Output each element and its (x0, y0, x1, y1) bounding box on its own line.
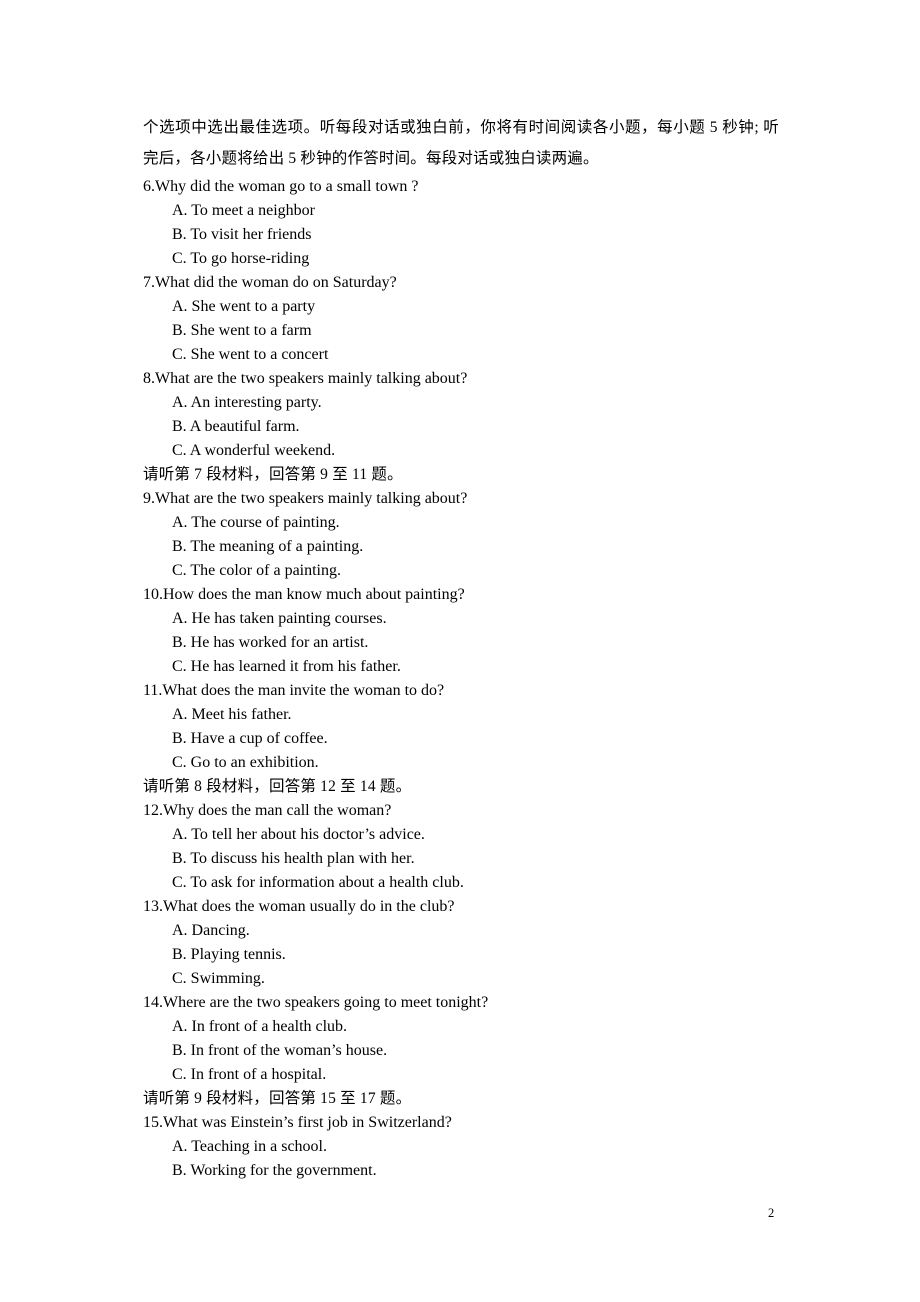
answer-option[interactable]: B. Have a cup of coffee. (143, 727, 779, 751)
document-body: 个选项中选出最佳选项。听每段对话或独白前，你将有时间阅读各小题，每小题 5 秒钟… (143, 112, 779, 1183)
answer-option[interactable]: A. The course of painting. (143, 511, 779, 535)
document-page: 个选项中选出最佳选项。听每段对话或独白前，你将有时间阅读各小题，每小题 5 秒钟… (0, 0, 920, 1302)
answer-option[interactable]: B. A beautiful farm. (143, 415, 779, 439)
answer-option[interactable]: B. Working for the government. (143, 1159, 779, 1183)
section-directive: 请听第 7 段材料，回答第 9 至 11 题。 (143, 466, 403, 483)
answer-option[interactable]: A. To meet a neighbor (143, 199, 779, 223)
question-stem: 14.Where are the two speakers going to m… (143, 994, 489, 1011)
answer-option[interactable]: C. To go horse-riding (143, 247, 779, 271)
answer-option[interactable]: A. He has taken painting courses. (143, 607, 779, 631)
answer-option[interactable]: C. In front of a hospital. (143, 1063, 779, 1087)
answer-option[interactable]: C. Go to an exhibition. (143, 751, 779, 775)
answer-option[interactable]: B. In front of the woman’s house. (143, 1039, 779, 1063)
answer-option[interactable]: B. She went to a farm (143, 319, 779, 343)
answer-option[interactable]: B. He has worked for an artist. (143, 631, 779, 655)
answer-option[interactable]: B. Playing tennis. (143, 943, 779, 967)
answer-option[interactable]: C. Swimming. (143, 967, 779, 991)
question-stem: 11.What does the man invite the woman to… (143, 682, 445, 699)
answer-option[interactable]: A. To tell her about his doctor’s advice… (143, 823, 779, 847)
answer-option[interactable]: A. Dancing. (143, 919, 779, 943)
answer-option[interactable]: A. She went to a party (143, 295, 779, 319)
question-stem: 9.What are the two speakers mainly talki… (143, 490, 468, 507)
answer-option[interactable]: A. In front of a health club. (143, 1015, 779, 1039)
question-stem: 13.What does the woman usually do in the… (143, 898, 455, 915)
answer-option[interactable]: A. Meet his father. (143, 703, 779, 727)
answer-option[interactable]: C. To ask for information about a health… (143, 871, 779, 895)
answer-option[interactable]: A. Teaching in a school. (143, 1135, 779, 1159)
answer-option[interactable]: C. She went to a concert (143, 343, 779, 367)
section-directive: 请听第 8 段材料，回答第 12 至 14 题。 (143, 778, 412, 795)
question-stem: 15.What was Einstein’s first job in Swit… (143, 1114, 452, 1131)
answer-option[interactable]: A. An interesting party. (143, 391, 779, 415)
question-stem: 8.What are the two speakers mainly talki… (143, 370, 468, 387)
answer-option[interactable]: B. The meaning of a painting. (143, 535, 779, 559)
question-stem: 12.Why does the man call the woman? (143, 802, 392, 819)
question-stem: 7.What did the woman do on Saturday? (143, 274, 397, 291)
question-stem: 6.Why did the woman go to a small town ? (143, 178, 419, 195)
answer-option[interactable]: C. The color of a painting. (143, 559, 779, 583)
answer-option[interactable]: B. To visit her friends (143, 223, 779, 247)
question-blocks: 6.Why did the woman go to a small town ?… (143, 175, 779, 1183)
answer-option[interactable]: B. To discuss his health plan with her. (143, 847, 779, 871)
answer-option[interactable]: C. A wonderful weekend. (143, 439, 779, 463)
section-directive: 请听第 9 段材料，回答第 15 至 17 题。 (143, 1090, 412, 1107)
answer-option[interactable]: C. He has learned it from his father. (143, 655, 779, 679)
listening-instructions-paragraph: 个选项中选出最佳选项。听每段对话或独白前，你将有时间阅读各小题，每小题 5 秒钟… (143, 119, 779, 167)
page-number: 2 (768, 1206, 775, 1220)
question-stem: 10.How does the man know much about pain… (143, 586, 465, 603)
